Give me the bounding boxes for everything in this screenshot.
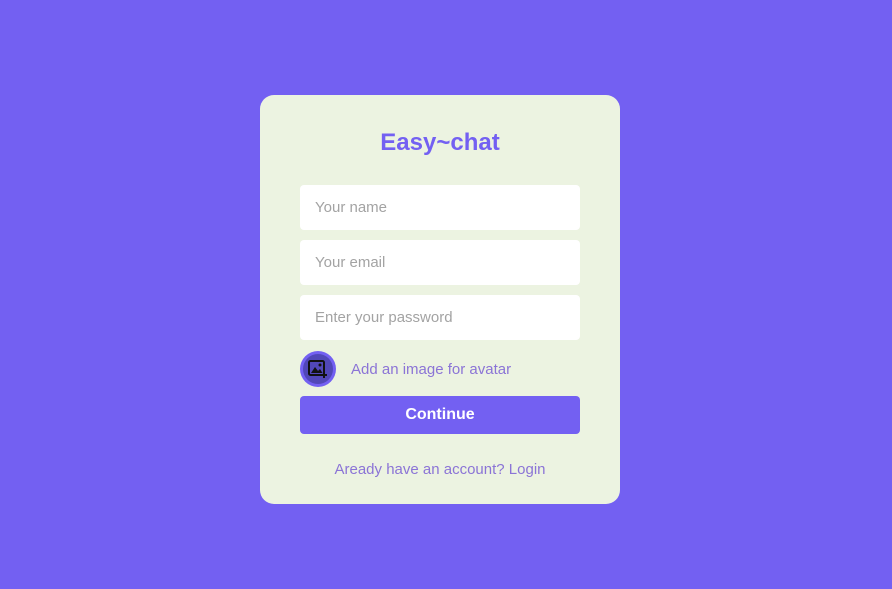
- password-input[interactable]: [300, 295, 580, 340]
- avatar-upload[interactable]: Add an image for avatar: [300, 351, 511, 387]
- app-title: Easy~chat: [380, 129, 500, 156]
- login-link[interactable]: Aready have an account? Login: [260, 460, 620, 480]
- name-input[interactable]: [300, 185, 580, 230]
- register-card: Easy~chat Add an image for avatar Contin…: [260, 95, 620, 504]
- email-input[interactable]: [300, 240, 580, 285]
- avatar-upload-label: Add an image for avatar: [351, 360, 512, 378]
- continue-button[interactable]: Continue: [300, 396, 580, 434]
- add-image-icon[interactable]: [300, 351, 336, 387]
